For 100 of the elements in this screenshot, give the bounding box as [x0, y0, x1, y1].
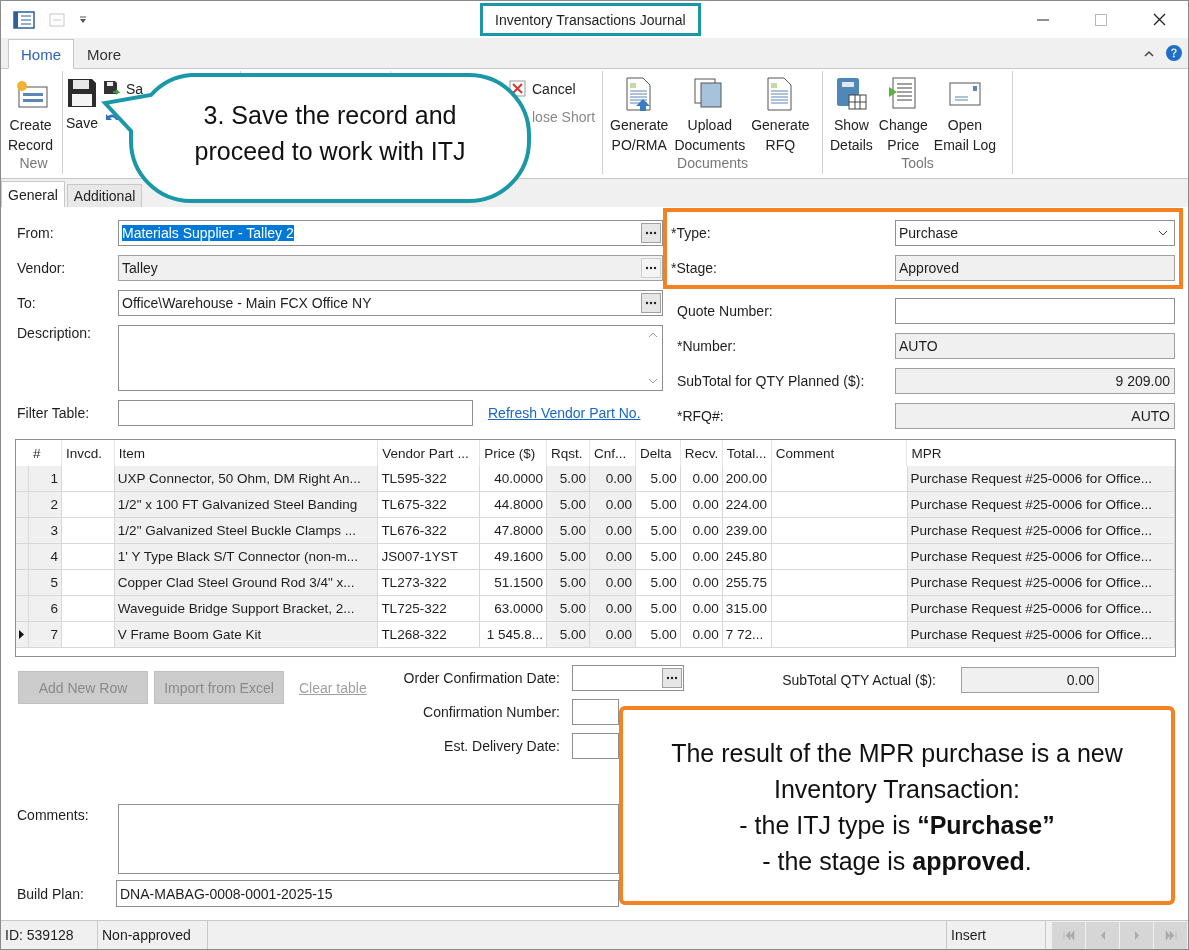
text-field[interactable]: 0.00 — [961, 667, 1099, 693]
text-field[interactable] — [895, 298, 1175, 324]
edit-mode: Insert — [946, 921, 1046, 949]
minimize-icon — [1037, 18, 1049, 21]
approval-status: Non-approved — [98, 921, 208, 949]
table-cell: 1 545.8... — [480, 622, 548, 648]
type-dropdown[interactable]: Purchase — [895, 220, 1175, 246]
text-area[interactable] — [118, 325, 663, 391]
date-field[interactable] — [572, 665, 684, 691]
table-cell: 255.75 — [722, 570, 772, 596]
table-cell: 245.80 — [722, 544, 772, 570]
picker-field[interactable]: Talley — [118, 255, 663, 281]
table-cell: 5.00 — [635, 466, 681, 492]
row-selector[interactable] — [16, 622, 29, 648]
text-field-icon[interactable] — [49, 12, 65, 27]
table-cell: 1/2" x 100 FT Galvanized Steel Banding — [114, 492, 379, 518]
ribbon-tab[interactable]: Home — [8, 39, 74, 69]
picker-field[interactable]: Materials Supplier - Talley 2 — [118, 220, 663, 246]
field-label: Build Plan: — [16, 885, 85, 902]
text-field[interactable]: DNA-MABAG-0008-0001-2025-15 — [116, 880, 619, 907]
form-tab[interactable]: General — [1, 181, 65, 207]
table-cell: 5.00 — [635, 596, 681, 622]
ribbon-tab[interactable]: More — [74, 39, 135, 69]
ribbon-button[interactable]: Change Price — [875, 71, 931, 155]
table-cell: 0.00 — [680, 622, 723, 648]
table-cell — [61, 596, 115, 622]
group-label: Documents — [676, 155, 749, 173]
text-field[interactable]: AUTO — [895, 403, 1175, 429]
table-cell: Purchase Request #25-0006 for Office... — [907, 544, 1175, 570]
table-cell: JS007-1YST — [378, 544, 481, 570]
table-cell — [61, 492, 115, 518]
ribbon-button[interactable]: Save — [63, 71, 101, 133]
field-label: To: — [16, 295, 37, 311]
dots-icon — [645, 231, 657, 235]
table-cell — [61, 466, 115, 492]
table-cell: 0.00 — [590, 492, 636, 518]
table-cell: 51.1500 — [480, 570, 548, 596]
ribbon-button[interactable]: Generate PO/RMA — [607, 71, 672, 155]
text-field[interactable] — [572, 699, 619, 725]
table-cell: Purchase Request #25-0006 for Office... — [907, 466, 1175, 492]
text-field[interactable]: 9 209.00 — [895, 368, 1175, 394]
field-label: Description: — [16, 325, 92, 341]
table-cell: 1' Y Type Black S/T Connector (non-m... — [114, 544, 379, 570]
table-cell: 5.00 — [635, 622, 681, 648]
table-cell — [61, 518, 115, 544]
scroll-down-icon — [648, 378, 658, 384]
record-id: ID: 539128 — [1, 921, 98, 949]
table-cell: 0.00 — [590, 570, 636, 596]
browse-button[interactable] — [641, 293, 661, 313]
group-label: New — [18, 155, 49, 173]
dropdown-icon[interactable] — [79, 15, 87, 24]
text-field[interactable]: AUTO — [895, 333, 1175, 359]
table-cell — [61, 544, 115, 570]
table-cell: 5.00 — [547, 492, 591, 518]
browse-button[interactable] — [662, 668, 682, 688]
table-cell: 1 — [29, 466, 62, 492]
ribbon-button[interactable]: Generate RFQ — [748, 71, 813, 155]
table-cell: TL676-322 — [378, 518, 481, 544]
ribbon-button[interactable]: Show Details — [827, 71, 876, 155]
table-cell: 5.00 — [635, 544, 681, 570]
table-cell: Copper Clad Steel Ground Rod 3/4" x... — [114, 570, 379, 596]
ribbon-button[interactable]: Upload Documents — [671, 71, 749, 155]
text-field[interactable] — [572, 733, 619, 759]
comments-area[interactable] — [118, 804, 619, 874]
table-cell: Purchase Request #25-0006 for Office... — [907, 492, 1175, 518]
field-label: *RFQ#: — [676, 408, 725, 424]
table-cell: 47.8000 — [480, 518, 548, 544]
browse-button[interactable] — [641, 223, 661, 243]
table-cell: 6 — [29, 596, 62, 622]
help-icon[interactable] — [1166, 45, 1182, 61]
table-cell — [61, 570, 115, 596]
table-cell: V Frame Boom Gate Kit — [114, 622, 379, 648]
filter-field[interactable] — [118, 400, 473, 426]
table-cell: 0.00 — [590, 466, 636, 492]
scroll-up-icon — [648, 332, 658, 338]
dots-icon — [645, 301, 657, 305]
table-cell: TL725-322 — [378, 596, 481, 622]
table-cell: 4 — [29, 544, 62, 570]
callout-text: - the ITJ type is “Purchase” — [739, 809, 1055, 841]
browse-button[interactable] — [641, 258, 661, 278]
field-label: Confirmation Number: — [422, 704, 560, 720]
close-icon — [1152, 13, 1166, 26]
table-cell: 5.00 — [635, 492, 681, 518]
ribbon-button[interactable]: Open Email Log — [930, 71, 1000, 155]
app-icon[interactable] — [13, 10, 35, 29]
picker-field[interactable]: Office\Warehouse - Main FCX Office NY — [118, 290, 663, 316]
collapse-icon[interactable] — [1144, 49, 1154, 57]
table-cell: Purchase Request #25-0006 for Office... — [907, 518, 1175, 544]
table-cell: Purchase Request #25-0006 for Office... — [907, 596, 1175, 622]
table-cell: 7 72... — [722, 622, 772, 648]
table-cell: 5.00 — [547, 596, 591, 622]
table-cell: 2 — [29, 492, 62, 518]
table-cell: 7 — [29, 622, 62, 648]
ribbon-button[interactable]: Create Record — [5, 71, 57, 155]
last-icon — [1164, 931, 1177, 940]
field-label: *Type: — [671, 225, 712, 241]
refresh-link[interactable]: Refresh Vendor Part No. — [488, 405, 641, 421]
text-field[interactable]: Approved — [895, 255, 1175, 281]
table-cell: 315.00 — [722, 596, 772, 622]
form-tab[interactable]: Additional — [66, 184, 143, 207]
